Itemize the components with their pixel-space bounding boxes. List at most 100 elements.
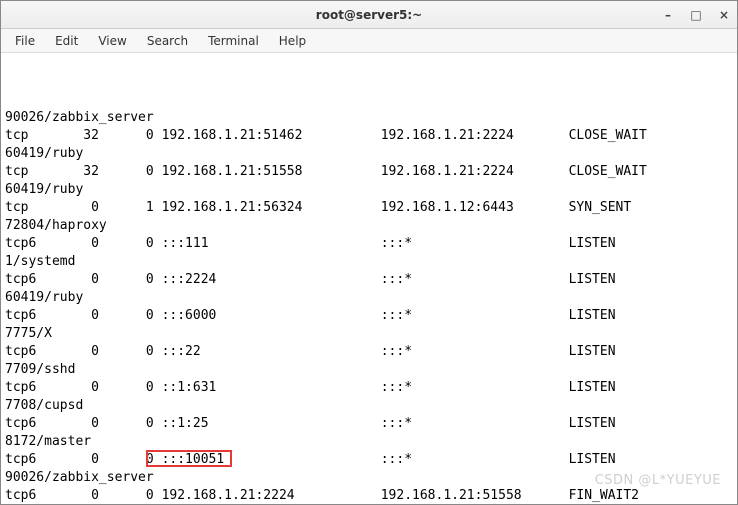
col-local: :::111 (162, 236, 381, 251)
netstat-row: tcp6 0 0 :::10051 :::* LISTEN (5, 451, 733, 469)
col-foreign: :::* (381, 452, 569, 467)
col-local: ::1:25 (162, 416, 381, 431)
col-proto: tcp (5, 164, 60, 179)
col-proto: tcp (5, 200, 60, 215)
menu-search[interactable]: Search (139, 32, 196, 50)
col-proto: tcp6 (5, 380, 60, 395)
col-recvq: 0 (60, 272, 115, 287)
netstat-row: tcp6 0 0 :::2224 :::* LISTEN (5, 271, 733, 289)
col-sendq: 0 (115, 128, 162, 143)
col-sendq: 0 (115, 164, 162, 179)
col-local: ::1:631 (162, 380, 381, 395)
window-title: root@server5:~ (1, 8, 737, 22)
menu-view[interactable]: View (90, 32, 134, 50)
col-local: 192.168.1.21:2224 (162, 488, 381, 503)
col-proto: tcp6 (5, 488, 60, 503)
col-proto: tcp6 (5, 236, 60, 251)
col-state: LISTEN (569, 272, 616, 287)
col-state: LISTEN (569, 452, 616, 467)
netstat-process: 7708/cupsd (5, 397, 733, 415)
col-state: FIN_WAIT2 (569, 488, 639, 503)
col-proto: tcp6 (5, 416, 60, 431)
col-foreign: :::* (381, 344, 569, 359)
col-recvq: 0 (60, 416, 115, 431)
col-sendq: 0 (115, 380, 162, 395)
netstat-process: 7709/sshd (5, 361, 733, 379)
col-foreign: 192.168.1.21:51558 (381, 488, 569, 503)
minimize-button[interactable]: – (661, 8, 675, 22)
col-sendq: 0 (115, 344, 162, 359)
col-state: LISTEN (569, 380, 616, 395)
col-foreign: :::* (381, 380, 569, 395)
col-foreign: :::* (381, 308, 569, 323)
netstat-row: tcp6 0 0 :::111 :::* LISTEN (5, 235, 733, 253)
col-foreign: :::* (381, 416, 569, 431)
col-foreign: :::* (381, 272, 569, 287)
menu-edit[interactable]: Edit (47, 32, 86, 50)
col-recvq: 0 (60, 200, 115, 215)
col-recvq: 0 (60, 380, 115, 395)
col-proto: tcp6 (5, 308, 60, 323)
col-recvq: 0 (60, 308, 115, 323)
col-recvq: 32 (60, 128, 115, 143)
col-sendq: 0 (115, 452, 162, 467)
col-local: :::2224 (162, 272, 381, 287)
col-foreign: :::* (381, 236, 569, 251)
col-local: 192.168.1.21:51462 (162, 128, 381, 143)
netstat-process: 7775/X (5, 325, 733, 343)
netstat-row: tcp6 0 0 ::1:631 :::* LISTEN (5, 379, 733, 397)
col-state: LISTEN (569, 236, 616, 251)
col-local: :::22 (162, 344, 381, 359)
col-sendq: 0 (115, 236, 162, 251)
netstat-row: tcp 32 0 192.168.1.21:51462 192.168.1.21… (5, 127, 733, 145)
close-button[interactable]: × (717, 8, 731, 22)
col-proto: tcp6 (5, 272, 60, 287)
col-sendq: 0 (115, 272, 162, 287)
col-local: 192.168.1.21:51558 (162, 164, 381, 179)
col-state: LISTEN (569, 416, 616, 431)
menu-file[interactable]: File (7, 32, 43, 50)
col-recvq: 0 (60, 488, 115, 503)
col-sendq: 0 (115, 308, 162, 323)
netstat-process: 60419/ruby (5, 289, 733, 307)
netstat-row: tcp6 0 0 :::6000 :::* LISTEN (5, 307, 733, 325)
col-local: 192.168.1.21:56324 (162, 200, 381, 215)
netstat-process: 8172/master (5, 433, 733, 451)
col-foreign: 192.168.1.21:2224 (381, 128, 569, 143)
col-recvq: 32 (60, 164, 115, 179)
col-proto: tcp6 (5, 344, 60, 359)
col-local: :::10051 (162, 452, 381, 467)
terminal-output[interactable]: 90026/zabbix_server tcp 32 0 192.168.1.21… (1, 53, 737, 504)
col-state: CLOSE_WAIT (569, 164, 647, 179)
menu-help[interactable]: Help (271, 32, 314, 50)
netstat-process: 90026/zabbix_server (5, 469, 733, 487)
window-controls: – □ × (661, 8, 731, 22)
col-state: LISTEN (569, 308, 616, 323)
col-sendq: 0 (115, 416, 162, 431)
netstat-process: 60419/ruby (5, 145, 733, 163)
netstat-row: tcp 32 0 192.168.1.21:51558 192.168.1.21… (5, 163, 733, 181)
col-sendq: 1 (115, 200, 162, 215)
netstat-process: 72804/haproxy (5, 217, 733, 235)
netstat-row: tcp6 0 0 192.168.1.21:2224 192.168.1.21:… (5, 487, 733, 504)
netstat-process: 1/systemd (5, 253, 733, 271)
titlebar: root@server5:~ – □ × (1, 1, 737, 29)
menubar: File Edit View Search Terminal Help (1, 29, 737, 53)
netstat-row: tcp6 0 0 :::22 :::* LISTEN (5, 343, 733, 361)
col-proto: tcp6 (5, 452, 60, 467)
col-state: SYN_SENT (569, 200, 632, 215)
col-state: LISTEN (569, 344, 616, 359)
col-foreign: 192.168.1.12:6443 (381, 200, 569, 215)
col-recvq: 0 (60, 452, 115, 467)
menu-terminal[interactable]: Terminal (200, 32, 267, 50)
netstat-process: 60419/ruby (5, 181, 733, 199)
netstat-row: tcp6 0 0 ::1:25 :::* LISTEN (5, 415, 733, 433)
col-state: CLOSE_WAIT (569, 128, 647, 143)
col-recvq: 0 (60, 236, 115, 251)
col-local: :::6000 (162, 308, 381, 323)
terminal-window: root@server5:~ – □ × File Edit View Sear… (0, 0, 738, 505)
netstat-row: tcp 0 1 192.168.1.21:56324 192.168.1.12:… (5, 199, 733, 217)
col-sendq: 0 (115, 488, 162, 503)
maximize-button[interactable]: □ (689, 8, 703, 22)
col-recvq: 0 (60, 344, 115, 359)
